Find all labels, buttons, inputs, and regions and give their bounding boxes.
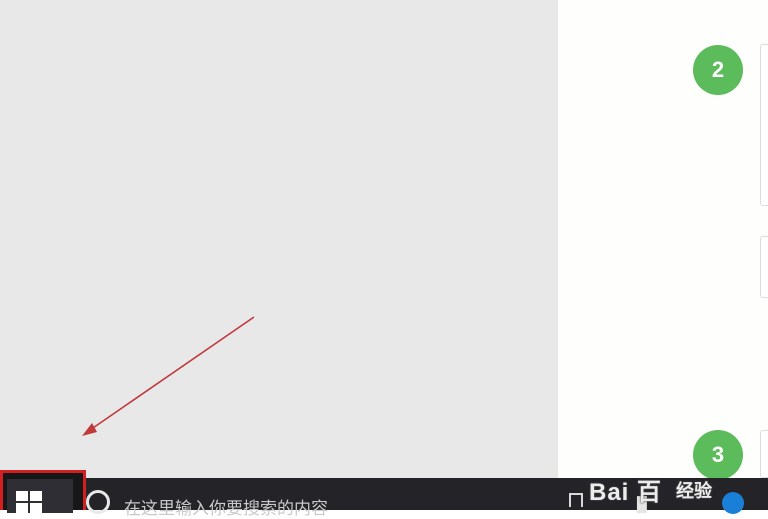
step-image-card bbox=[760, 236, 768, 298]
baidu-watermark-sub: 经验 bbox=[676, 481, 712, 501]
step-image-card bbox=[760, 430, 768, 478]
step-number-badge: 2 bbox=[693, 45, 743, 95]
cortana-search-icon[interactable] bbox=[86, 490, 110, 514]
step-number-badge: 3 bbox=[693, 430, 743, 480]
red-arrow-annotation bbox=[82, 316, 255, 436]
baidu-watermark-logo: Bai 百 bbox=[589, 479, 663, 506]
task-view-icon[interactable] bbox=[569, 493, 583, 507]
taskbar-search-input[interactable]: 在这里输入你要搜索的内容 bbox=[124, 494, 328, 519]
step-image-card bbox=[760, 44, 768, 206]
edge-browser-icon[interactable] bbox=[722, 492, 744, 514]
start-button[interactable] bbox=[0, 470, 86, 513]
